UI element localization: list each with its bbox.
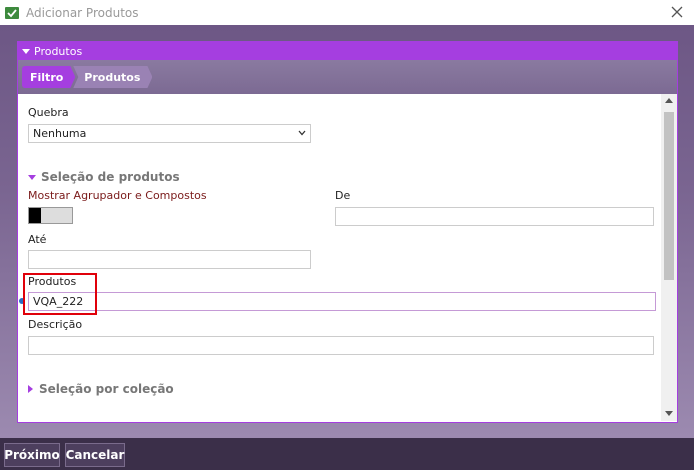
expand-icon: [28, 174, 36, 180]
breadcrumb-produtos[interactable]: Produtos: [73, 66, 152, 88]
selecao-produtos-section[interactable]: Seleção de produtos: [28, 170, 180, 184]
quebra-select[interactable]: Nenhuma: [28, 124, 311, 143]
ate-label: Até: [28, 233, 47, 246]
highlight-box: [23, 273, 97, 315]
quebra-label: Quebra: [28, 106, 69, 119]
app-icon: [5, 6, 19, 19]
scrollbar-thumb[interactable]: [664, 112, 674, 280]
expand-right-icon: [28, 385, 33, 393]
panel-header[interactable]: Produtos: [18, 42, 677, 60]
mostrar-agrupador-label: Mostrar Agrupador e Compostos: [28, 189, 207, 202]
selecao-colecao-title: Seleção por coleção: [39, 382, 174, 396]
de-label: De: [335, 189, 351, 202]
products-panel: Produtos Filtro Produtos Quebra Nenhuma …: [17, 41, 678, 423]
breadcrumb: Filtro Produtos: [18, 60, 677, 94]
scroll-down-icon[interactable]: [665, 411, 673, 416]
ate-input[interactable]: [28, 250, 311, 269]
title-bar: Adicionar Produtos: [0, 0, 694, 25]
close-icon[interactable]: [668, 3, 686, 21]
collapse-icon: [22, 48, 30, 54]
chevron-down-icon: [298, 130, 306, 136]
next-button[interactable]: Próximo: [4, 443, 60, 467]
cancel-button[interactable]: Cancelar: [65, 443, 125, 467]
produtos-input[interactable]: VQA_222: [28, 292, 656, 311]
selecao-produtos-title: Seleção de produtos: [41, 170, 180, 184]
form-content: Quebra Nenhuma Seleção de produtos Mostr…: [18, 94, 661, 421]
de-input[interactable]: [335, 207, 654, 226]
panel-header-title: Produtos: [34, 44, 83, 58]
selecao-colecao-section[interactable]: Seleção por coleção: [28, 382, 174, 396]
descricao-input[interactable]: [28, 336, 654, 355]
breadcrumb-filtro[interactable]: Filtro: [22, 66, 75, 88]
vertical-scrollbar[interactable]: [661, 94, 677, 421]
window-title: Adicionar Produtos: [26, 5, 139, 20]
quebra-value: Nenhuma: [33, 127, 87, 140]
scroll-up-icon[interactable]: [665, 98, 673, 103]
toggle-knob: [29, 208, 41, 223]
descricao-label: Descrição: [28, 318, 83, 331]
mostrar-agrupador-toggle[interactable]: [28, 207, 73, 224]
